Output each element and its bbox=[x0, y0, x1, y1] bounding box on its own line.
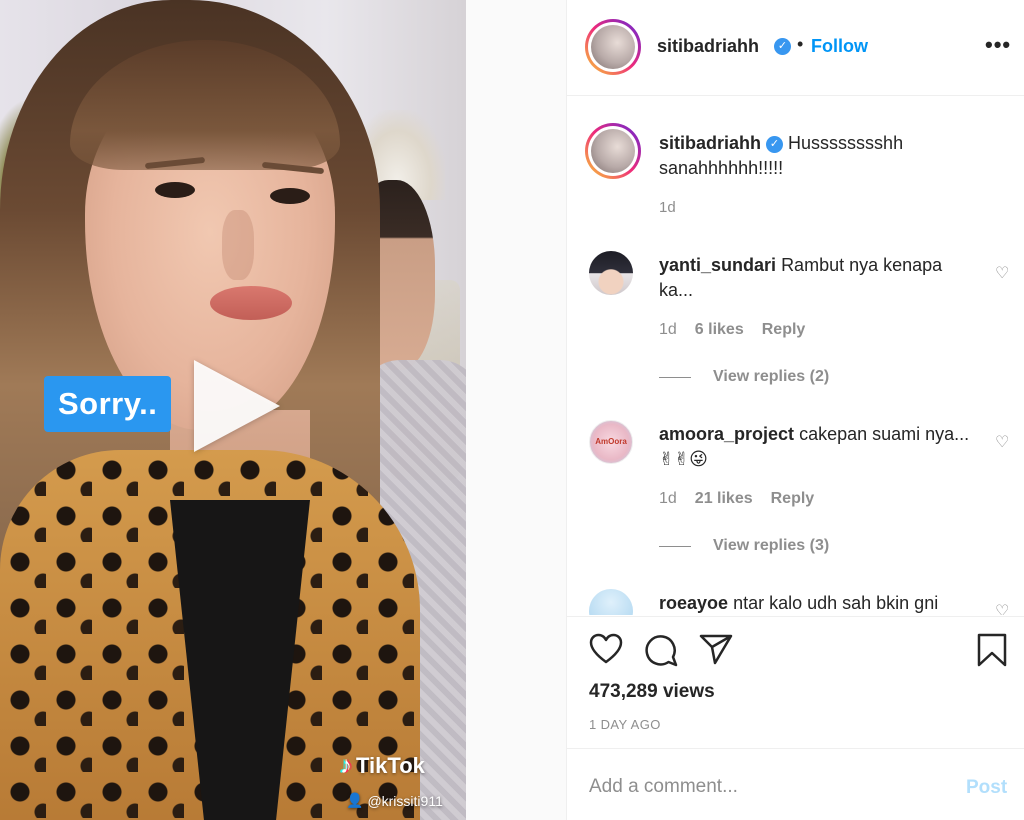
commenter-username[interactable]: roeayoe bbox=[659, 593, 728, 613]
comment-time[interactable]: 1d bbox=[659, 321, 677, 339]
view-replies-button[interactable]: View replies (3) bbox=[659, 537, 829, 555]
reply-button[interactable]: Reply bbox=[762, 321, 806, 339]
more-options-icon[interactable]: ••• bbox=[985, 32, 1011, 58]
comment-input[interactable] bbox=[589, 773, 949, 801]
post-panel: sitibadriahh ✓ • Follow ••• sitibadriahh… bbox=[566, 0, 1024, 820]
user-icon: 👤 bbox=[346, 792, 364, 808]
share-icon[interactable] bbox=[699, 633, 733, 665]
follow-button[interactable]: Follow bbox=[811, 36, 868, 57]
commenter-username[interactable]: amoora_project bbox=[659, 424, 794, 444]
tiktok-username: 👤 @krissiti911 bbox=[346, 792, 443, 809]
post-media: Sorry.. ♪ TikTok 👤 @krissiti911 bbox=[0, 0, 566, 820]
comment-text: ntar kalo udh sah bkin gni bbox=[733, 593, 939, 613]
commenter-avatar[interactable]: AmOora bbox=[589, 420, 633, 464]
comment-time[interactable]: 1d bbox=[659, 490, 677, 508]
comment-likes[interactable]: 6 likes bbox=[695, 321, 744, 339]
post-actions: 473,289 views 1 DAY AGO bbox=[567, 616, 1024, 748]
bookmark-icon[interactable] bbox=[977, 633, 1007, 667]
caption-avatar[interactable] bbox=[585, 123, 641, 179]
like-comment-heart-icon[interactable]: ♡ bbox=[995, 432, 1009, 452]
post-date[interactable]: 1 DAY AGO bbox=[589, 717, 661, 732]
view-count[interactable]: 473,289 views bbox=[589, 681, 715, 703]
comments-list[interactable]: sitibadriahh ✓ Husssssssshh sanahhhhhh!!… bbox=[567, 97, 1024, 615]
commenter-username[interactable]: yanti_sundari bbox=[659, 255, 776, 275]
comment-icon[interactable] bbox=[644, 633, 678, 667]
heart-icon[interactable] bbox=[589, 633, 623, 665]
like-comment-heart-icon[interactable]: ♡ bbox=[995, 263, 1009, 283]
verified-badge-icon: ✓ bbox=[766, 135, 784, 153]
comment-likes[interactable]: 21 likes bbox=[695, 490, 753, 508]
post-comment-button[interactable]: Post bbox=[966, 777, 1007, 799]
reply-button[interactable]: Reply bbox=[771, 490, 815, 508]
post-header: sitibadriahh ✓ • Follow ••• bbox=[567, 0, 1024, 96]
tiktok-logo-icon: ♪ bbox=[340, 752, 352, 779]
view-replies-button[interactable]: View replies (2) bbox=[659, 368, 829, 386]
tiktok-brand: TikTok bbox=[356, 753, 425, 778]
caption-timestamp[interactable]: 1d bbox=[659, 199, 676, 216]
verified-badge-icon: ✓ bbox=[774, 38, 791, 55]
commenter-avatar[interactable] bbox=[589, 251, 633, 295]
sorry-caption-overlay: Sorry.. bbox=[44, 376, 172, 432]
author-avatar[interactable] bbox=[585, 19, 641, 75]
video-player[interactable]: Sorry.. ♪ TikTok 👤 @krissiti911 bbox=[0, 0, 466, 820]
author-username[interactable]: sitibadriahh bbox=[657, 36, 759, 57]
like-comment-heart-icon[interactable]: ♡ bbox=[995, 601, 1009, 615]
tiktok-watermark: ♪ TikTok bbox=[340, 752, 425, 780]
caption-username[interactable]: sitibadriahh bbox=[659, 133, 761, 153]
header-separator: • bbox=[797, 34, 804, 54]
add-comment-bar: Post bbox=[567, 748, 1024, 820]
commenter-avatar[interactable] bbox=[589, 589, 633, 615]
play-icon[interactable] bbox=[194, 360, 280, 452]
